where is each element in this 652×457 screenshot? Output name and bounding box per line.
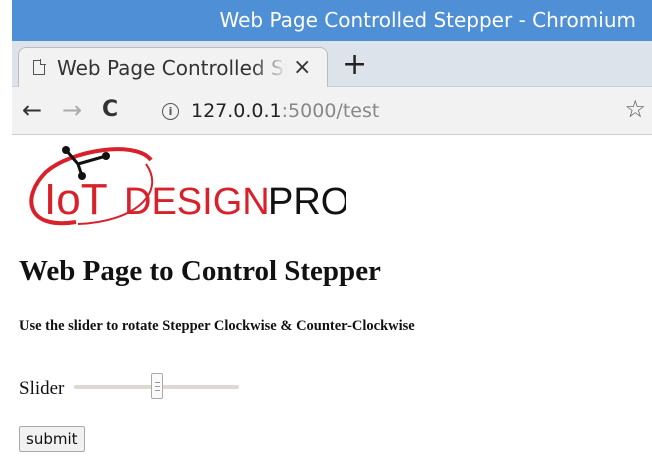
- slider-label: Slider: [19, 378, 65, 399]
- browser-tab[interactable]: Web Page Controlled Stepper ×: [18, 47, 328, 87]
- page-icon: [33, 59, 46, 75]
- close-tab-icon[interactable]: ×: [293, 55, 311, 80]
- page-content: IoT DESIGN PRO Web Page to Control Stepp…: [12, 135, 652, 457]
- url-host: 127.0.0.1: [191, 100, 282, 122]
- bookmark-star-icon[interactable]: ☆: [624, 95, 646, 123]
- submit-button[interactable]: submit: [19, 426, 85, 452]
- logo-iot-text: IoT: [44, 175, 108, 224]
- logo-design-text: DESIGN: [124, 181, 270, 223]
- tab-strip: Web Page Controlled Stepper × +: [12, 41, 652, 87]
- info-icon[interactable]: i: [162, 102, 179, 120]
- instruction-text: Use the slider to rotate Stepper Clockwi…: [19, 318, 415, 334]
- address-bar[interactable]: i 127.0.0.1 :5000/test: [152, 95, 622, 127]
- iot-design-pro-logo: IoT DESIGN PRO: [29, 146, 346, 226]
- url-path: :5000/test: [281, 100, 380, 122]
- back-arrow-icon[interactable]: ←: [22, 95, 42, 125]
- browser-window: Web Page Controlled Stepper - Chromium W…: [12, 0, 652, 457]
- slider-thumb[interactable]: [150, 373, 163, 399]
- stepper-slider[interactable]: [74, 373, 239, 399]
- browser-toolbar: ← → C i 127.0.0.1 :5000/test ☆: [12, 87, 652, 135]
- reload-icon[interactable]: C: [102, 95, 118, 125]
- window-titlebar: Web Page Controlled Stepper - Chromium: [12, 0, 652, 41]
- logo-pro-text: PRO: [268, 181, 346, 223]
- new-tab-button[interactable]: +: [342, 48, 367, 82]
- window-title: Web Page Controlled Stepper - Chromium: [219, 8, 637, 32]
- forward-arrow-icon[interactable]: →: [62, 95, 82, 125]
- page-heading: Web Page to Control Stepper: [19, 255, 381, 287]
- tab-title: Web Page Controlled Stepper: [57, 55, 287, 80]
